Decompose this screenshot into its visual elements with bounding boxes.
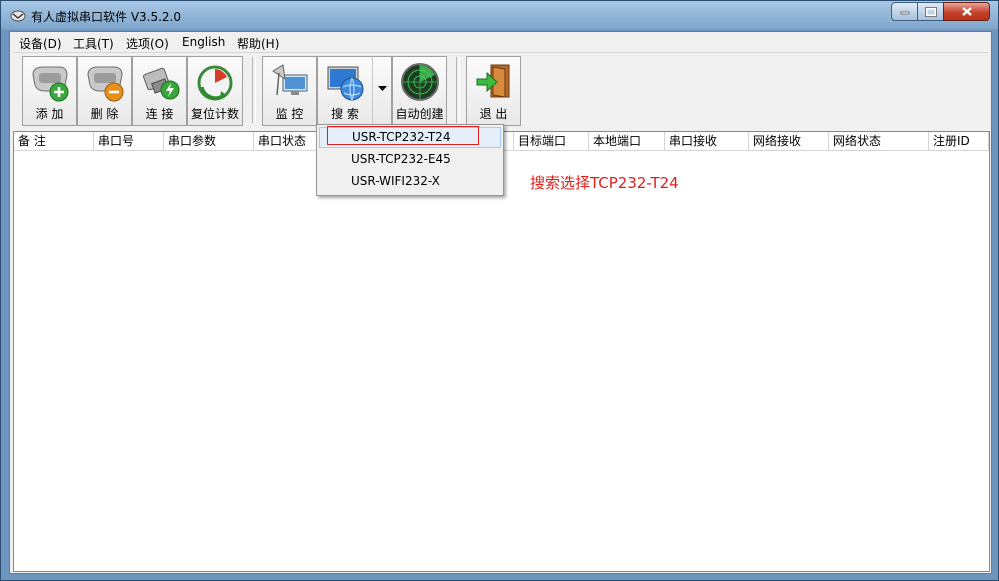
- delete-button-label: 删 除: [90, 107, 119, 121]
- radar-icon: [401, 63, 439, 101]
- menu-item-wifi232-x[interactable]: USR-WIFI232-X: [319, 171, 501, 192]
- title-bar[interactable]: 有人虚拟串口软件 V3.5.2.0: [1, 1, 998, 31]
- col-serial-rx[interactable]: 串口接收: [665, 132, 749, 150]
- reset-count-button-label: 复位计数: [190, 107, 239, 121]
- connect-button[interactable]: 连 接: [132, 56, 187, 126]
- search-globe-icon: [327, 66, 364, 101]
- menu-device[interactable]: 设备(D): [19, 35, 62, 52]
- connect-button-label: 连 接: [145, 107, 174, 121]
- col-network-rx[interactable]: 网络接收: [749, 132, 829, 150]
- toolbar: 添 加 删 除 连 接 复位计数 监 控 搜 索 自动创建 退 出: [13, 52, 988, 130]
- exit-door-icon: [476, 64, 510, 98]
- col-local-port[interactable]: 本地端口: [589, 132, 665, 150]
- exit-button-label: 退 出: [479, 107, 508, 121]
- add-port-icon: [32, 66, 69, 102]
- add-button-label: 添 加: [35, 107, 64, 121]
- auto-create-button-label: 自动创建: [395, 107, 444, 121]
- monitor-button[interactable]: 监 控: [262, 56, 317, 126]
- menu-item-tcp232-e45[interactable]: USR-TCP232-E45: [319, 149, 501, 170]
- app-window: 有人虚拟串口软件 V3.5.2.0 设备(D) 工具(T) 选项(O) Engl…: [0, 0, 999, 581]
- close-button[interactable]: [943, 2, 990, 21]
- chevron-down-icon: [378, 86, 387, 91]
- search-button-label: 搜 索: [331, 107, 359, 121]
- monitor-icon: [272, 64, 308, 96]
- reset-count-button[interactable]: 复位计数: [187, 56, 243, 126]
- app-logo-icon: [10, 10, 26, 22]
- port-list[interactable]: 备 注 串口号 串口参数 串口状态 目标端口 本地端口 串口接收 网络接收 网络…: [13, 131, 990, 572]
- menu-english[interactable]: English: [182, 35, 225, 49]
- col-network-status[interactable]: 网络状态: [829, 132, 929, 150]
- col-note[interactable]: 备 注: [14, 132, 94, 150]
- close-icon: [961, 7, 972, 16]
- col-port-params[interactable]: 串口参数: [164, 132, 254, 150]
- auto-create-button[interactable]: 自动创建: [392, 56, 447, 126]
- menu-tools[interactable]: 工具(T): [73, 35, 114, 52]
- delete-button[interactable]: 删 除: [77, 56, 132, 126]
- reset-count-icon: [197, 65, 233, 101]
- add-button[interactable]: 添 加: [22, 56, 77, 126]
- window-title: 有人虚拟串口软件 V3.5.2.0: [31, 10, 182, 24]
- minimize-button[interactable]: [891, 2, 918, 21]
- client-area: 设备(D) 工具(T) 选项(O) English 帮助(H) 添 加 删 除 …: [9, 31, 992, 574]
- maximize-button[interactable]: [917, 2, 944, 21]
- toolbar-separator: [456, 57, 460, 123]
- monitor-button-label: 监 控: [275, 107, 304, 121]
- delete-port-icon: [87, 66, 124, 102]
- menu-bar: 设备(D) 工具(T) 选项(O) English 帮助(H): [10, 32, 991, 52]
- col-port-number[interactable]: 串口号: [94, 132, 164, 150]
- col-register-id[interactable]: 注册ID: [929, 132, 989, 150]
- menu-options[interactable]: 选项(O): [126, 35, 169, 52]
- connect-icon: [142, 67, 180, 100]
- minimize-icon: [900, 11, 909, 14]
- highlight-box: [327, 126, 479, 145]
- col-target-port[interactable]: 目标端口: [514, 132, 589, 150]
- toolbar-separator: [252, 57, 256, 123]
- search-dropdown-button[interactable]: [372, 56, 392, 126]
- exit-button[interactable]: 退 出: [466, 56, 521, 126]
- annotation-text: 搜索选择TCP232-T24: [530, 174, 679, 192]
- maximize-icon: [924, 6, 937, 17]
- search-button[interactable]: 搜 索: [317, 56, 372, 126]
- menu-help[interactable]: 帮助(H): [237, 35, 279, 52]
